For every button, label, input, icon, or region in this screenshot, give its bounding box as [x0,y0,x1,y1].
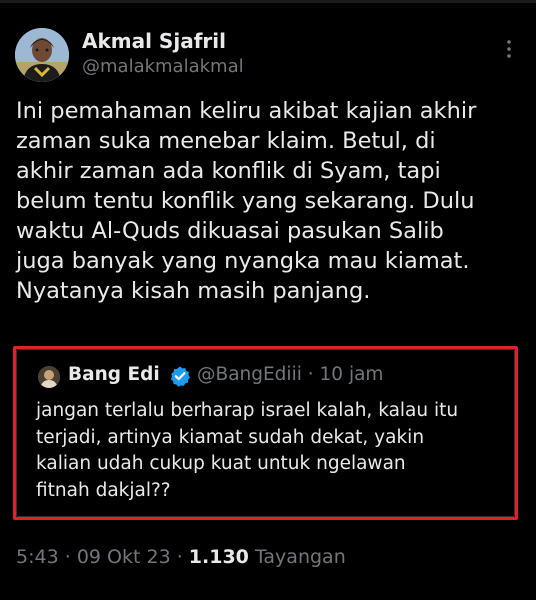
tweet-text-line: Ini pemahaman keliru akibat kajian akhir [16,98,477,124]
author-avatar[interactable] [15,28,69,82]
tweet-date[interactable]: 09 Okt 23 [77,546,171,568]
verified-badge-icon [169,365,191,387]
quote-text-line: jangan terlalu berharap israel kalah, ka… [36,400,459,421]
quote-text-line: fitnah dakjal?? [36,479,171,501]
quote-highlight-box: Bang Edi @BangEdiii · 10 jam jangan terl… [13,346,518,520]
quote-text-line: kalian udah cukup kuat untuk ngelawan [36,453,406,474]
quote-author-name[interactable]: Bang Edi [68,364,160,385]
quoted-tweet[interactable]: Bang Edi @BangEdiii · 10 jam jangan terl… [16,349,515,517]
tweet-text-line: waktu Al-Quds dikuasai pasukan Salib [16,218,444,244]
tweet-text-line: Nyatanya kisah masih panjang. [16,278,371,304]
tweet-text-line: belum tentu konflik yang sekarang. Dulu [16,188,475,214]
quote-time[interactable]: 10 jam [320,364,384,385]
avatar-image [15,28,69,82]
quote-separator: · [307,364,314,385]
quote-avatar-image [38,366,60,388]
quote-text-line: terjadi, artinya kiamat sudah dekat, yak… [36,426,425,448]
quote-text: jangan terlalu berharap israel kalah, ka… [36,398,506,504]
views-label[interactable]: Tayangan [255,546,346,568]
quote-meta: @BangEdiii · 10 jam [197,364,383,385]
author-handle[interactable]: @malakmalakmal [82,56,244,77]
more-vertical-icon[interactable] [502,38,516,60]
tweet-text-line: juga banyak yang nyangka mau kiamat. [16,248,470,274]
top-divider [0,0,536,3]
tweet-text: Ini pemahaman keliru akibat kajian akhir… [16,96,526,306]
tweet-time[interactable]: 5:43 [16,546,59,568]
footer-separator: · [64,546,71,568]
author-name[interactable]: Akmal Sjafril [82,29,226,53]
tweet-footer-meta: 5:43 · 09 Okt 23 · 1.130 Tayangan [16,546,346,568]
tweet-text-line: zaman suka menebar klaim. Betul, di [16,128,436,154]
footer-separator: · [176,546,183,568]
tweet-text-line: akhir zaman ada konflik di Syam, tapi [16,158,441,184]
views-count[interactable]: 1.130 [189,546,249,568]
quote-avatar[interactable] [38,366,60,388]
quote-author-handle[interactable]: @BangEdiii [197,364,302,385]
